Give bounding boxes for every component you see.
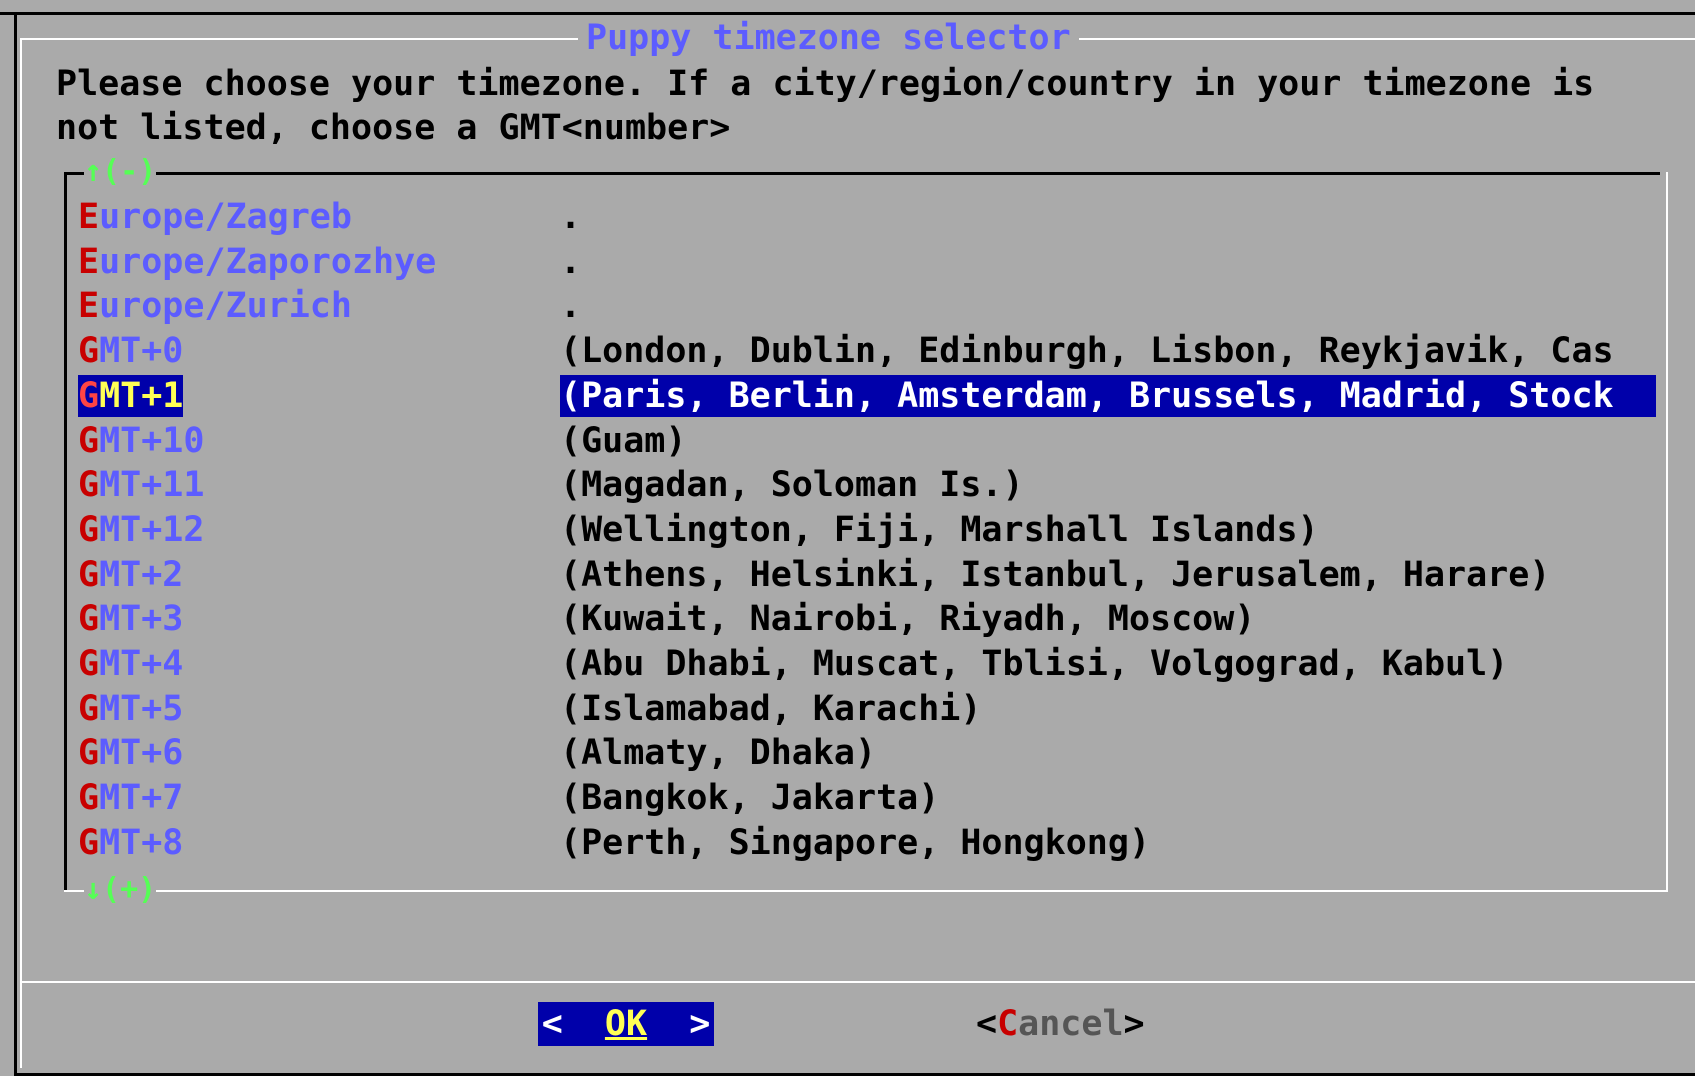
- timezone-description: (Abu Dhabi, Muscat, Tblisi, Volgograd, K…: [560, 644, 1509, 684]
- listbox-bottom-border: [64, 890, 1668, 892]
- timezone-label: MT+2: [99, 555, 184, 595]
- timezone-label: MT+11: [99, 465, 205, 505]
- timezone-hotkey: G: [78, 421, 100, 461]
- timezone-label: MT+4: [99, 644, 184, 684]
- timezone-description: (Kuwait, Nairobi, Riyadh, Moscow): [560, 599, 1256, 639]
- timezone-name: GMT+1: [78, 375, 184, 417]
- scroll-up-indicator[interactable]: ↑(-): [84, 155, 157, 189]
- dialog-prompt: Please choose your timezone. If a city/r…: [56, 62, 1594, 150]
- dialog-title: Puppy timezone selector: [578, 16, 1079, 60]
- timezone-name: GMT+7: [78, 777, 183, 819]
- timezone-label: urope/Zaporozhye: [99, 242, 437, 282]
- timezone-description: (Wellington, Fiji, Marshall Islands): [560, 510, 1319, 550]
- timezone-hotkey: G: [78, 465, 100, 505]
- timezone-label: MT+0: [99, 331, 184, 371]
- listbox-top-border: [64, 172, 1660, 175]
- dialog-window: Puppy timezone selector Please choose yo…: [0, 0, 1695, 1076]
- cancel-right-bracket: >: [1123, 1004, 1145, 1044]
- timezone-hotkey: E: [78, 286, 100, 326]
- timezone-description: (Magadan, Soloman Is.): [560, 465, 1024, 505]
- timezone-label: MT+3: [99, 599, 184, 639]
- ok-button[interactable]: < OK >: [538, 1002, 714, 1046]
- timezone-hotkey: G: [78, 331, 100, 371]
- timezone-name: GMT+11: [78, 464, 204, 506]
- timezone-description: (Perth, Singapore, Hongkong): [560, 823, 1151, 863]
- timezone-label: MT+8: [99, 823, 184, 863]
- timezone-label: MT+10: [99, 421, 205, 461]
- timezone-description: (Guam): [560, 421, 687, 461]
- timezone-label: urope/Zurich: [99, 286, 352, 326]
- ok-left-bracket: <: [541, 1004, 563, 1044]
- timezone-hotkey: G: [78, 644, 100, 684]
- cancel-hotkey: C: [997, 1004, 1019, 1044]
- timezone-hotkey: G: [78, 689, 100, 729]
- screen-left-edge: [14, 12, 17, 1076]
- ok-right-bracket: >: [689, 1004, 711, 1044]
- prompt-line-1: Please choose your timezone. If a city/r…: [56, 64, 1595, 104]
- timezone-description: (London, Dublin, Edinburgh, Lisbon, Reyk…: [560, 331, 1614, 371]
- scroll-down-indicator[interactable]: ↓(+): [84, 873, 157, 907]
- timezone-hotkey: G: [78, 376, 100, 416]
- timezone-name: GMT+8: [78, 822, 183, 864]
- timezone-name: GMT+10: [78, 420, 204, 462]
- button-separator: [20, 981, 1695, 983]
- timezone-label: MT+1: [99, 376, 184, 416]
- timezone-hotkey: G: [78, 555, 100, 595]
- timezone-description: (Paris, Berlin, Amsterdam, Brussels, Mad…: [560, 375, 1656, 417]
- timezone-name: Europe/Zaporozhye: [78, 241, 436, 283]
- dialog-left-border: [20, 38, 22, 1068]
- timezone-description: (Bangkok, Jakarta): [560, 778, 940, 818]
- cancel-left-bracket: <: [976, 1004, 998, 1044]
- cancel-label: ancel: [1018, 1004, 1124, 1044]
- timezone-name: Europe/Zurich: [78, 285, 352, 327]
- timezone-name: GMT+3: [78, 598, 183, 640]
- timezone-label: MT+5: [99, 689, 184, 729]
- listbox-left-border: [64, 172, 67, 890]
- timezone-hotkey: G: [78, 778, 100, 818]
- timezone-description: .: [560, 242, 582, 282]
- timezone-name: GMT+2: [78, 554, 183, 596]
- timezone-hotkey: E: [78, 197, 100, 237]
- timezone-name: GMT+4: [78, 643, 183, 685]
- prompt-line-2: not listed, choose a GMT<number>: [56, 108, 731, 148]
- timezone-description: (Islamabad, Karachi): [560, 689, 982, 729]
- timezone-name: GMT+12: [78, 509, 204, 551]
- timezone-hotkey: G: [78, 510, 100, 550]
- timezone-description: .: [560, 197, 582, 237]
- timezone-description: (Almaty, Dhaka): [560, 733, 877, 773]
- timezone-name: GMT+6: [78, 732, 183, 774]
- timezone-label: MT+6: [99, 733, 184, 773]
- cancel-button[interactable]: <Cancel>: [976, 1002, 1145, 1046]
- timezone-description: (Athens, Helsinki, Istanbul, Jerusalem, …: [560, 555, 1551, 595]
- timezone-name: GMT+5: [78, 688, 183, 730]
- timezone-name: GMT+0: [78, 330, 183, 372]
- screen-top-edge: [0, 12, 1695, 15]
- timezone-name: Europe/Zagreb: [78, 196, 352, 238]
- timezone-description: .: [560, 286, 582, 326]
- ok-label: OK: [604, 1004, 648, 1044]
- timezone-hotkey: G: [78, 823, 100, 863]
- timezone-label: MT+7: [99, 778, 184, 818]
- timezone-hotkey: G: [78, 733, 100, 773]
- timezone-hotkey: G: [78, 599, 100, 639]
- timezone-hotkey: E: [78, 242, 100, 282]
- timezone-label: MT+12: [99, 510, 205, 550]
- timezone-label: urope/Zagreb: [99, 197, 352, 237]
